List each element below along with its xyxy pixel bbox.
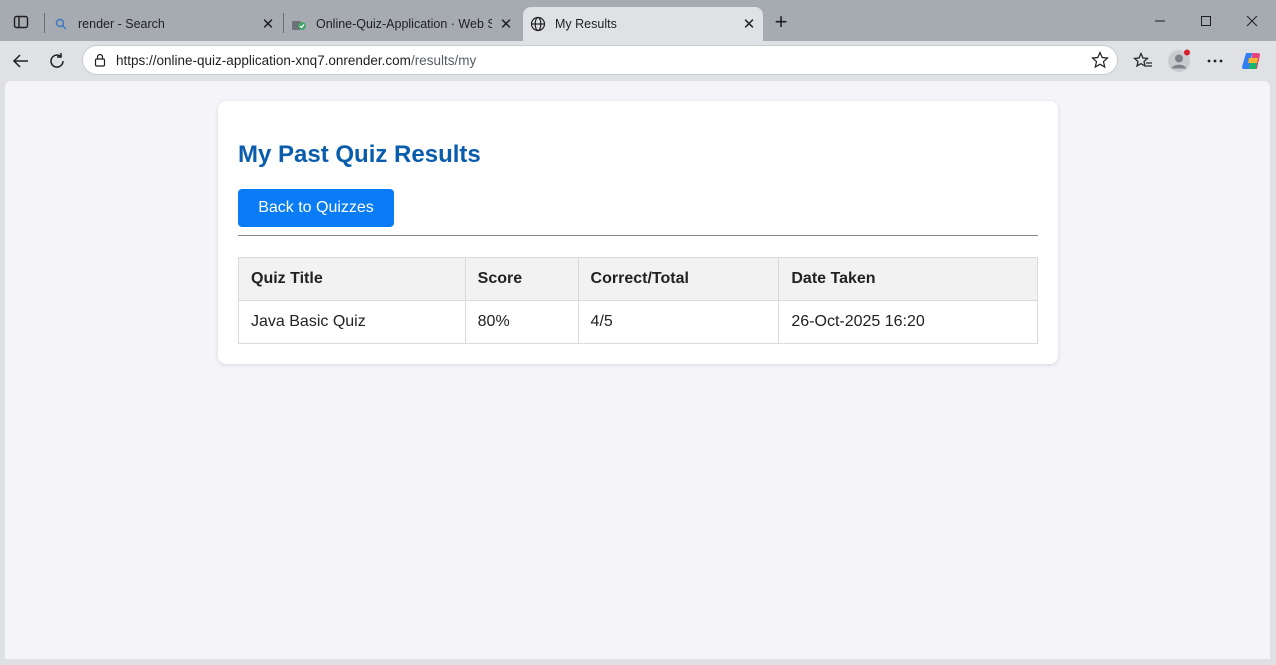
maximize-button[interactable]: [1194, 10, 1218, 32]
back-to-quizzes-button[interactable]: Back to Quizzes: [238, 189, 394, 227]
close-icon[interactable]: ✕: [741, 16, 757, 33]
tab-separator: [44, 13, 45, 33]
tab-render-dashboard[interactable]: Online-Quiz-Application · Web Se ✕: [284, 7, 520, 41]
avatar: [1168, 49, 1190, 72]
tab-render-search[interactable]: render - Search ✕: [46, 7, 282, 41]
tab-my-results[interactable]: My Results ✕: [523, 7, 763, 41]
profile-button[interactable]: [1167, 49, 1191, 73]
refresh-icon: [50, 53, 64, 68]
tab-strip: render - Search ✕ Online-Quiz-Applicatio…: [0, 0, 1276, 42]
column-header-score: Score: [464, 257, 579, 301]
refresh-button[interactable]: [45, 49, 69, 73]
maximize-icon: [1201, 16, 1211, 26]
column-header-quiz-title: Quiz Title: [238, 257, 466, 301]
cell-score: 80%: [464, 300, 579, 344]
tab-title: My Results: [555, 17, 617, 31]
favorites-button[interactable]: [1131, 49, 1155, 73]
back-button[interactable]: [9, 49, 33, 73]
favorites-icon: [1133, 52, 1152, 68]
new-tab-button[interactable]: +: [770, 11, 792, 34]
search-icon: [53, 16, 69, 32]
copilot-icon: [1242, 53, 1260, 69]
minimize-icon: [1155, 20, 1165, 22]
lock-icon[interactable]: [92, 52, 108, 68]
tab-actions-icon: [13, 15, 29, 29]
results-card: My Past Quiz Results Back to Quizzes Qui…: [218, 101, 1058, 364]
globe-icon: [530, 16, 546, 32]
tab-title: Online-Quiz-Application · Web Se: [316, 17, 492, 31]
url-text[interactable]: https://online-quiz-application-xnq7.onr…: [116, 53, 476, 68]
more-icon: [1207, 59, 1223, 63]
arrow-left-icon: [12, 54, 28, 68]
url-path: /results/my: [410, 53, 477, 68]
minimize-button[interactable]: [1148, 10, 1172, 32]
copilot-button[interactable]: [1240, 49, 1264, 73]
close-icon[interactable]: ✕: [260, 16, 276, 33]
table-row: Java Basic Quiz 80% 4/5 26-Oct-2025 16:2…: [238, 300, 1038, 344]
cell-quiz-title: Java Basic Quiz: [238, 300, 466, 344]
close-window-button[interactable]: [1240, 10, 1264, 32]
address-bar[interactable]: https://online-quiz-application-xnq7.onr…: [82, 45, 1118, 75]
tab-title: render - Search: [78, 17, 165, 31]
cell-correct-total: 4/5: [577, 300, 780, 344]
page-title: My Past Quiz Results: [238, 141, 481, 168]
favorite-star-icon[interactable]: [1091, 51, 1109, 69]
close-icon[interactable]: ✕: [498, 16, 514, 33]
table-header-row: Quiz Title Score Correct/Total Date Take…: [238, 257, 1038, 301]
divider: [238, 235, 1038, 236]
browser-window: render - Search ✕ Online-Quiz-Applicatio…: [0, 0, 1276, 665]
tab-actions-button[interactable]: [8, 10, 34, 34]
url-origin: https://online-quiz-application-xnq7.onr…: [116, 53, 411, 68]
page-viewport: My Past Quiz Results Back to Quizzes Qui…: [5, 81, 1270, 659]
column-header-date-taken: Date Taken: [778, 257, 1038, 301]
cell-date-taken: 26-Oct-2025 16:20: [778, 300, 1038, 344]
results-table: Quiz Title Score Correct/Total Date Take…: [238, 257, 1038, 344]
column-header-correct-total: Correct/Total: [577, 257, 780, 301]
browser-toolbar: https://online-quiz-application-xnq7.onr…: [0, 41, 1276, 81]
close-icon: [1246, 15, 1258, 27]
settings-more-button[interactable]: [1203, 49, 1227, 73]
render-icon: [291, 16, 307, 32]
